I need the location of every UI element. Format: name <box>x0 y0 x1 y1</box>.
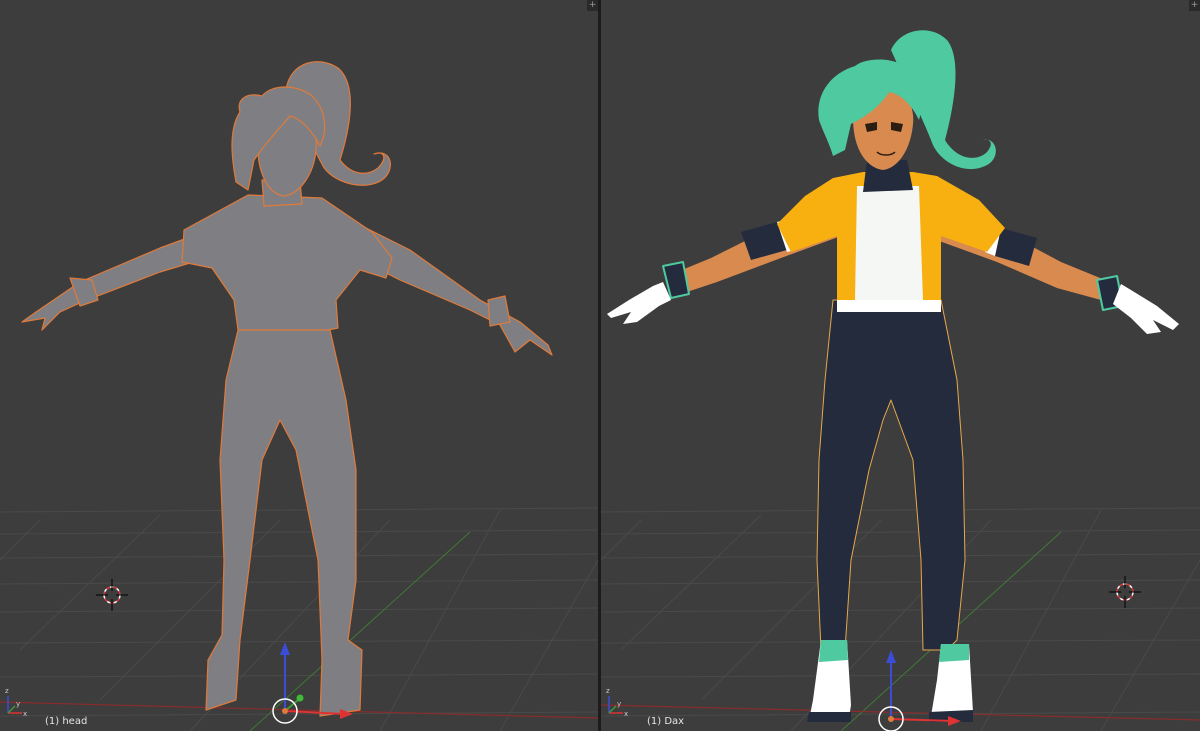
viewport-right[interactable]: z y x (1) Dax + <box>601 0 1200 731</box>
svg-text:y: y <box>16 700 20 708</box>
svg-text:y: y <box>617 700 621 708</box>
viewport-left-canvas[interactable]: z y x <box>0 0 598 731</box>
axis-orientation-icon: z y x <box>606 687 628 718</box>
svg-text:z: z <box>5 687 9 695</box>
viewport-split-widget[interactable]: + <box>587 0 598 11</box>
viewport-right-canvas[interactable]: z y x <box>601 0 1200 731</box>
svg-text:x: x <box>624 710 628 718</box>
active-object-label: (1) head <box>45 716 88 727</box>
character-mesh-clay[interactable] <box>21 61 553 717</box>
viewport-left[interactable]: z y x (1) head + <box>0 0 598 731</box>
viewport-split-widget[interactable]: + <box>1189 0 1200 11</box>
grid-floor <box>601 507 1200 731</box>
svg-text:x: x <box>23 710 27 718</box>
active-object-label: (1) Dax <box>647 716 685 727</box>
svg-text:z: z <box>606 687 610 695</box>
character-mesh-textured[interactable] <box>607 30 1179 722</box>
